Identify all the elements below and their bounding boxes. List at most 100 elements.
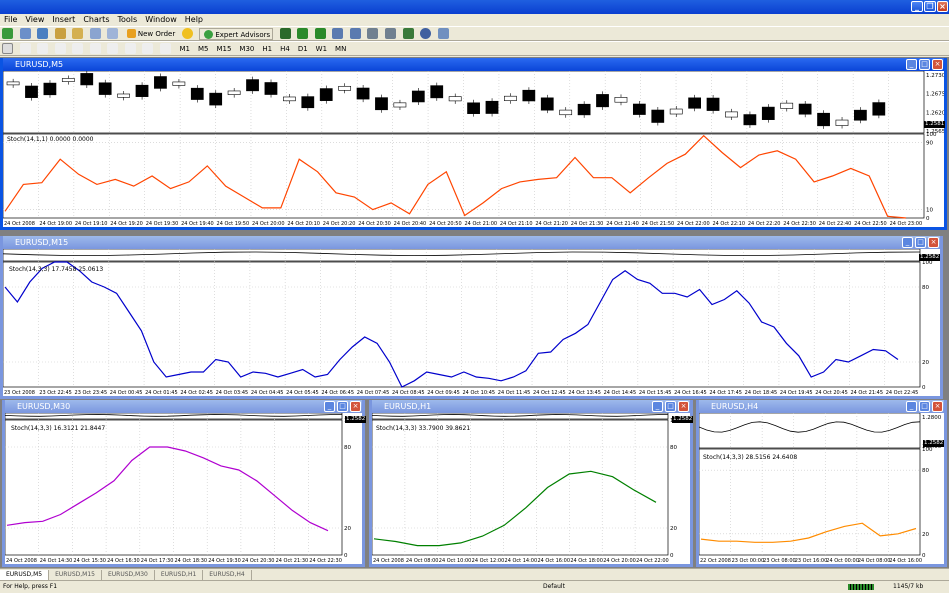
zoom-in-icon[interactable]: [332, 28, 344, 39]
bar-chart-icon[interactable]: [279, 28, 291, 39]
cursor-icon[interactable]: [2, 43, 13, 54]
time-axis-label: 24 Oct 02:45: [180, 390, 213, 396]
candle: [688, 97, 701, 109]
chart-window-m30[interactable]: EURUSD,M30 _ □ × 1008020024 Oct 200824 O…: [2, 400, 367, 567]
chart-window-m5[interactable]: EURUSD,M5 _ □ × 1.2730 1.2675 1.2620 1.2565…: [0, 58, 947, 230]
window-maximize-button[interactable]: □: [665, 401, 676, 412]
horizontal-line-icon[interactable]: [54, 43, 66, 54]
new-order-icon: [126, 29, 136, 38]
menu-charts[interactable]: Charts: [83, 15, 109, 24]
new-order-button[interactable]: New Order: [125, 28, 175, 40]
window-maximize-button[interactable]: □: [915, 237, 926, 248]
metaeditor-icon[interactable]: [181, 28, 193, 39]
chart-h4[interactable]: 1.28001.24001008020022 Oct 2008 23 Oct 00…: [699, 413, 944, 564]
window-maximize-button[interactable]: □: [919, 59, 930, 70]
zoom-out-icon[interactable]: [349, 28, 361, 39]
data-window-icon[interactable]: [54, 28, 66, 39]
market-watch-icon[interactable]: [37, 28, 49, 39]
time-axis-label: 24 Oct 03:45: [216, 390, 249, 396]
candle: [743, 114, 757, 126]
channel-icon[interactable]: [89, 43, 101, 54]
menu-file[interactable]: File: [4, 15, 17, 24]
label-icon[interactable]: [142, 43, 154, 54]
fibonacci-icon[interactable]: [107, 43, 119, 54]
chart-tab[interactable]: EURUSD,M30: [102, 570, 155, 580]
chart-h1[interactable]: 1008020024 Oct 200824 Oct 08:0024 Oct 10…: [372, 413, 690, 564]
candle: [485, 100, 499, 114]
window-close-button[interactable]: ×: [350, 401, 361, 412]
templates-icon[interactable]: [437, 28, 449, 39]
window-minimize-button[interactable]: _: [652, 401, 663, 412]
timeframe-h1[interactable]: H1: [262, 43, 272, 55]
window-close-button[interactable]: ×: [678, 401, 689, 412]
timeframe-m5[interactable]: M5: [198, 43, 209, 55]
restore-button[interactable]: ❐: [924, 1, 936, 12]
time-axis-label: 24 Oct 22:10: [712, 221, 745, 227]
line-chart-icon[interactable]: [314, 28, 326, 39]
window-maximize-button[interactable]: □: [337, 401, 348, 412]
window-title-text: EURUSD,H4: [711, 402, 759, 411]
window-close-button[interactable]: ×: [932, 401, 943, 412]
timeframe-w1[interactable]: W1: [316, 43, 327, 55]
vertical-line-icon[interactable]: [37, 43, 49, 54]
timeframe-mn[interactable]: MN: [335, 43, 346, 55]
timeframe-m15[interactable]: M15: [216, 43, 231, 55]
periods-icon[interactable]: [420, 28, 432, 39]
trendline-icon[interactable]: [72, 43, 84, 54]
candle: [577, 103, 591, 116]
minimize-button[interactable]: _: [911, 1, 923, 12]
crosshair-icon[interactable]: [19, 43, 31, 54]
indicator-label: Stoch(14,3,3) 17.7458 25.0613: [9, 266, 104, 273]
candle: [706, 97, 720, 111]
timeframe-m30[interactable]: M30: [239, 43, 254, 55]
indicators-icon[interactable]: [402, 28, 414, 39]
menu-view[interactable]: View: [25, 15, 44, 24]
chart-window-h4[interactable]: EURUSD,H4 _ □ × 1.2800 1.2400 100 80 20 0 22 O…: [696, 400, 947, 567]
timeframe-h4[interactable]: H4: [280, 43, 290, 55]
window-minimize-button[interactable]: _: [906, 401, 917, 412]
indicator-tick-label: 80: [344, 445, 351, 451]
window-minimize-button[interactable]: _: [324, 401, 335, 412]
chart-tab[interactable]: EURUSD,M5: [0, 570, 50, 580]
timeframe-m1[interactable]: M1: [179, 43, 190, 55]
chart-m5[interactable]: 1.27301.26751.26201.25651009010024 Oct 2…: [3, 71, 944, 227]
new-chart-icon[interactable]: [2, 28, 13, 39]
chart-window-h1[interactable]: EURUSD,H1 _ □ × 1008020024 Oct 200824 Oc…: [369, 400, 694, 567]
strategy-tester-icon[interactable]: [107, 28, 119, 39]
indicator-tick-label: 0: [670, 553, 674, 559]
price-box: 1.2582: [923, 440, 945, 447]
menu-insert[interactable]: Insert: [52, 15, 75, 24]
chart-shift-icon[interactable]: [384, 28, 396, 39]
chart-m15[interactable]: 1008020023 Oct 2008 23 Oct 22:45 23 Oct 23…: [3, 249, 940, 396]
timeframe-d1[interactable]: D1: [298, 43, 308, 55]
candlestick-icon[interactable]: [297, 28, 309, 39]
window-minimize-button[interactable]: _: [906, 59, 917, 70]
chart-tab[interactable]: EURUSD,H1: [155, 570, 204, 580]
auto-scroll-icon[interactable]: [367, 28, 379, 39]
candle: [264, 82, 278, 95]
menu-window[interactable]: Window: [145, 15, 177, 24]
window-close-button[interactable]: ×: [928, 237, 939, 248]
expert-advisors-button[interactable]: Expert Advisors: [199, 28, 274, 40]
time-axis-label: 24 Oct 12:45: [533, 390, 566, 396]
close-button[interactable]: ×: [937, 1, 948, 12]
time-axis-label: 24 Oct 01:45: [145, 390, 178, 396]
chart-tab[interactable]: EURUSD,H4: [203, 570, 252, 580]
menu-tools[interactable]: Tools: [117, 15, 137, 24]
profiles-icon[interactable]: [19, 28, 31, 39]
arrows-icon[interactable]: [159, 43, 171, 54]
navigator-icon[interactable]: [72, 28, 84, 39]
window-close-button[interactable]: ×: [932, 59, 943, 70]
window-minimize-button[interactable]: _: [902, 237, 913, 248]
time-axis-label: 23 Oct 16:00: [795, 558, 828, 564]
terminal-icon[interactable]: [89, 28, 101, 39]
chart-tab[interactable]: EURUSD,M15: [49, 570, 102, 580]
time-axis-label: 24 Oct 11:45: [498, 390, 531, 396]
candle: [430, 85, 444, 99]
chart-window-m15[interactable]: EURUSD,M15 _ □ × 100 80 20 0 23 Oct 2008 23 O…: [0, 236, 943, 399]
text-icon[interactable]: [124, 43, 136, 54]
indicator-tick-label: 0: [926, 216, 930, 222]
chart-m30[interactable]: 1008020024 Oct 200824 Oct 14:3024 Oct 15…: [5, 413, 362, 564]
menu-help[interactable]: Help: [185, 15, 203, 24]
window-maximize-button[interactable]: □: [919, 401, 930, 412]
